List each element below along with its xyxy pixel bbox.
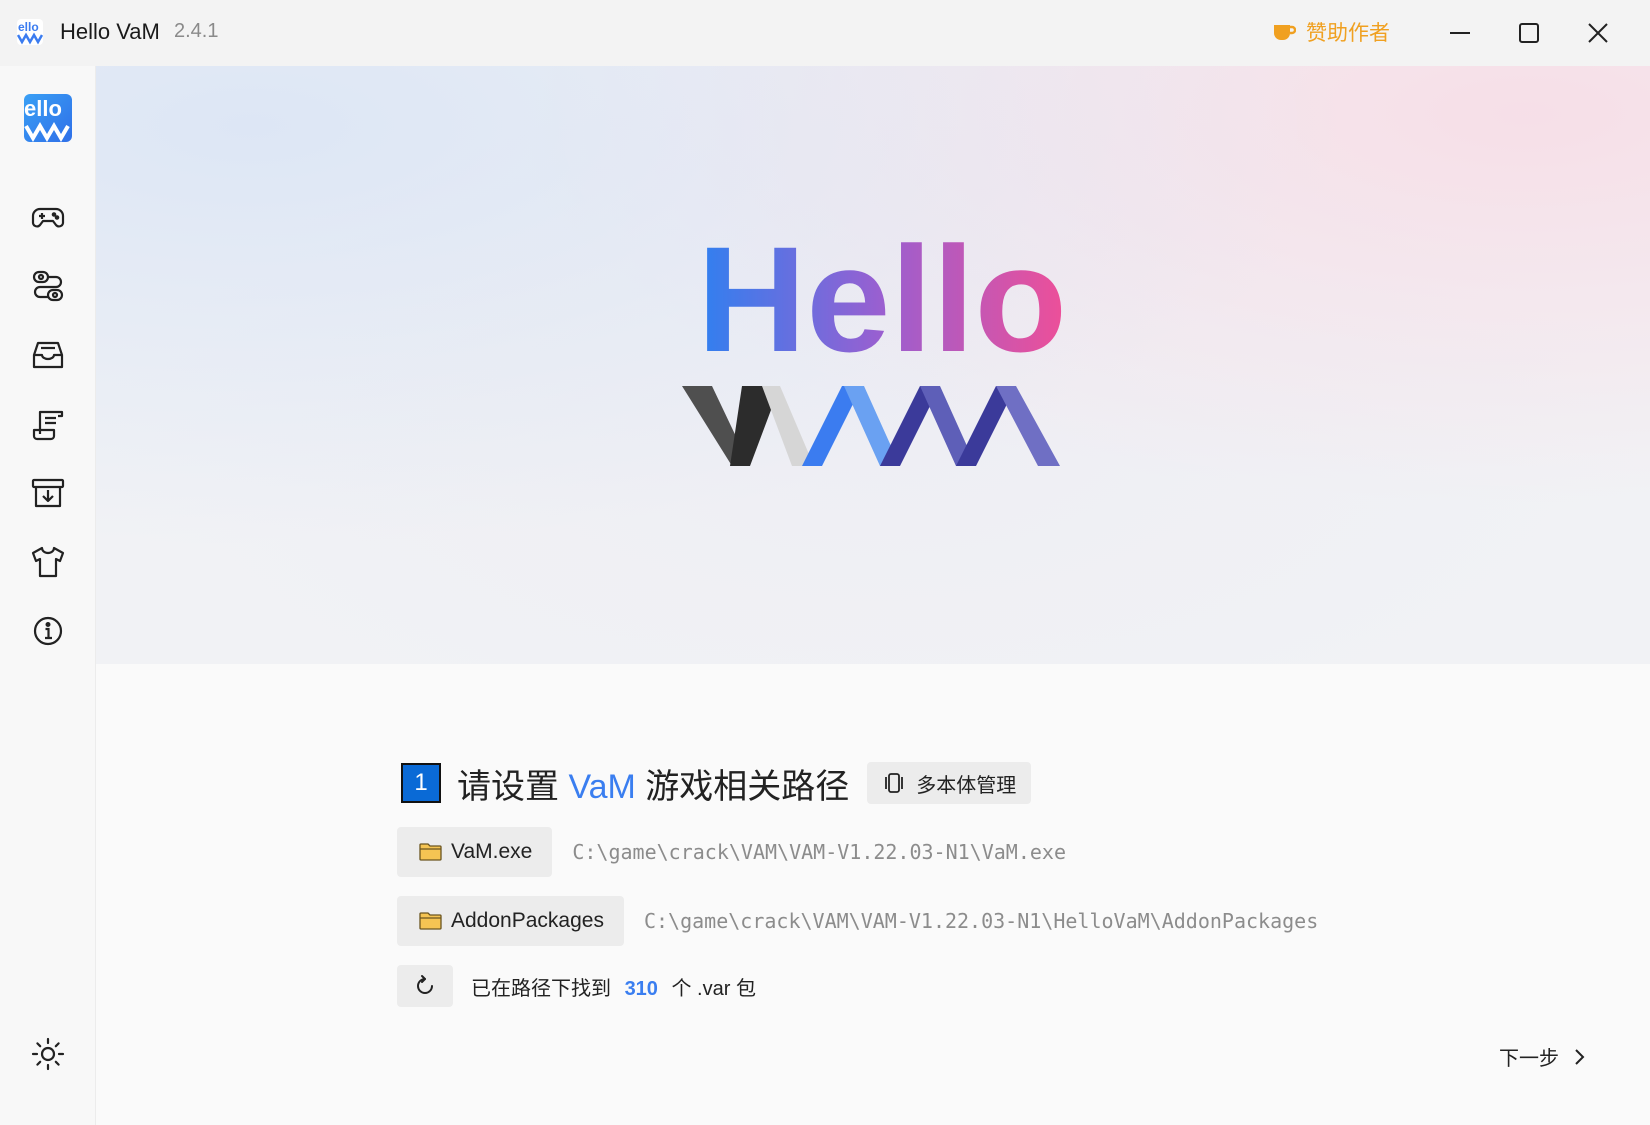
tshirt-icon	[31, 546, 65, 578]
minimize-button[interactable]	[1443, 16, 1477, 50]
sidebar-item-inbox[interactable]	[23, 330, 73, 380]
found-packages-row: 已在路径下找到 310 个 .var 包	[397, 965, 756, 1007]
sun-icon	[31, 1037, 65, 1071]
maximize-button[interactable]	[1512, 16, 1546, 50]
step-header: 1 请设置 VaM 游戏相关路径 多本体管理	[401, 758, 1032, 808]
svg-text:Hello: Hello	[697, 236, 1067, 383]
folder-icon	[419, 912, 442, 930]
layers-icon	[885, 773, 904, 793]
minimize-icon	[1450, 32, 1470, 34]
svg-text:ello: ello	[18, 20, 39, 34]
hello-vam-logo: Hello	[682, 236, 1067, 466]
sponsor-label: 赞助作者	[1306, 22, 1390, 45]
sidebar-item-logs[interactable]	[23, 399, 73, 449]
sidebar-item-about[interactable]	[23, 606, 73, 656]
vam-exe-label: VaM.exe	[451, 840, 533, 863]
vam-exe-button[interactable]: VaM.exe	[397, 827, 553, 877]
multi-instance-label: 多本体管理	[916, 774, 1017, 797]
found-suffix: 个 .var 包	[671, 977, 756, 1000]
refresh-icon	[417, 975, 433, 994]
svg-text:ello: ello	[24, 96, 62, 121]
setup-panel: 1 请设置 VaM 游戏相关路径 多本体管理 VaM.exe C:\game\c…	[96, 664, 1650, 1125]
step-title-highlight: VaM	[568, 767, 636, 806]
sidebar-item-archive[interactable]	[23, 468, 73, 518]
gamepad-icon	[31, 207, 65, 228]
sponsor-button[interactable]: 赞助作者	[1272, 17, 1390, 47]
app-logo: ello	[24, 94, 72, 142]
app-version: 2.4.1	[174, 20, 219, 42]
sidebar-item-game[interactable]	[23, 192, 73, 242]
addon-packages-button[interactable]: AddonPackages	[397, 896, 624, 946]
next-step-button[interactable]: 下一步	[1499, 1042, 1585, 1071]
hero-banner: Hello	[96, 66, 1650, 664]
refresh-button[interactable]	[397, 965, 453, 1007]
multi-instance-button[interactable]: 多本体管理	[867, 762, 1032, 804]
inbox-tray-icon	[32, 341, 64, 369]
close-icon	[1588, 23, 1608, 43]
sidebar-item-clothing[interactable]	[23, 537, 73, 587]
next-step-label: 下一步	[1499, 1048, 1559, 1070]
close-button[interactable]	[1581, 16, 1615, 50]
info-icon	[33, 616, 63, 646]
app-icon: ello	[17, 19, 43, 45]
step-number-badge: 1	[401, 763, 441, 803]
sidebar-item-route[interactable]	[23, 261, 73, 311]
step-title: 请设置 VaM 游戏相关路径	[457, 759, 849, 808]
step-title-after: 游戏相关路径	[645, 767, 850, 806]
vam-exe-row: VaM.exe C:\game\crack\VAM\VAM-V1.22.03-N…	[397, 827, 1066, 877]
found-count: 310	[624, 977, 658, 1000]
app-title: Hello VaM	[60, 19, 160, 44]
found-prefix: 已在路径下找到	[471, 977, 611, 1000]
folder-icon	[419, 843, 442, 861]
title-bar: ello Hello VaM 2.4.1 赞助作者	[0, 0, 1650, 66]
step-title-before: 请设置	[457, 767, 559, 806]
archive-download-icon	[31, 478, 65, 508]
addon-packages-path: C:\game\crack\VAM\VAM-V1.22.03-N1\HelloV…	[643, 909, 1319, 933]
addon-packages-row: AddonPackages C:\game\crack\VAM\VAM-V1.2…	[397, 896, 1318, 946]
theme-toggle-button[interactable]	[23, 1029, 73, 1079]
vam-exe-path: C:\game\crack\VAM\VAM-V1.22.03-N1\VaM.ex…	[572, 840, 1067, 864]
route-icon	[32, 270, 64, 302]
scroll-icon	[32, 410, 64, 441]
maximize-icon	[1519, 23, 1539, 43]
found-packages-text: 已在路径下找到 310 个 .var 包	[471, 972, 756, 1001]
addon-packages-label: AddonPackages	[451, 909, 604, 932]
chevron-right-icon	[1575, 1048, 1585, 1065]
coffee-cup-icon	[1274, 25, 1296, 40]
sidebar: ello	[0, 66, 96, 1125]
